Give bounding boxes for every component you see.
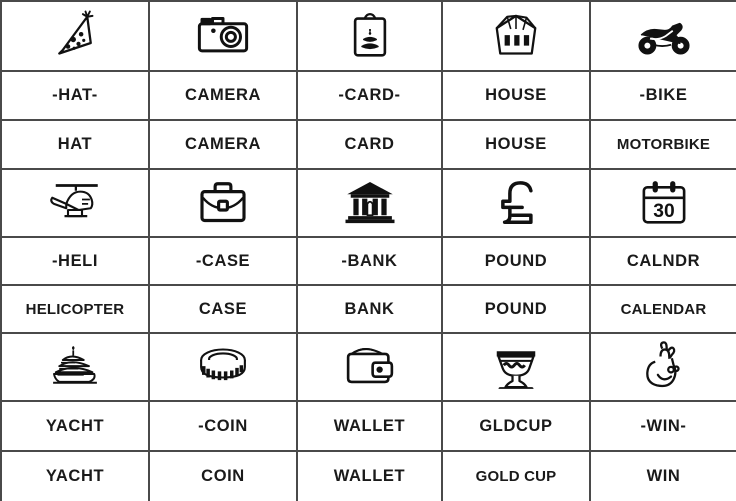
icon-cell-motorbike-icon xyxy=(591,2,736,72)
icon-cell-yacht-icon xyxy=(2,334,150,402)
full-label: POUND xyxy=(484,299,548,318)
icon-cell-briefcase-icon xyxy=(150,170,298,238)
short-label: POUND xyxy=(484,251,548,270)
short-label: CALNDR xyxy=(626,251,701,270)
crossed-fingers-icon xyxy=(632,339,696,395)
short-label: YACHT xyxy=(45,416,105,435)
icon-cell-calendar-icon: 30 xyxy=(591,170,736,238)
short-label: -COIN xyxy=(198,416,248,435)
short-label: -HAT- xyxy=(52,86,98,105)
full-label-cell: POUND xyxy=(443,286,591,334)
camera-icon xyxy=(191,8,255,64)
short-label-cell: -COIN xyxy=(150,402,298,452)
full-label-cell: WALLET xyxy=(298,452,443,501)
bank-icon xyxy=(338,175,402,231)
full-label: CAMERA xyxy=(184,135,261,154)
svg-text:30: 30 xyxy=(653,201,674,222)
short-label-cell: -CASE xyxy=(150,238,298,286)
icon-cell-coin-stack-icon xyxy=(150,334,298,402)
short-label: -BANK xyxy=(341,251,398,270)
full-label-cell: GOLD CUP xyxy=(443,452,591,501)
short-label-cell: -BANK xyxy=(298,238,443,286)
short-label: -CASE xyxy=(195,251,251,270)
full-label: YACHT xyxy=(45,467,105,486)
short-label-cell: CAMERA xyxy=(150,72,298,121)
full-label-cell: YACHT xyxy=(2,452,150,501)
full-label-cell: CAMERA xyxy=(150,121,298,170)
short-label: HOUSE xyxy=(485,86,547,105)
icon-cell-greeting-card-icon xyxy=(298,2,443,72)
short-label-cell: -WIN- xyxy=(591,402,736,452)
short-label: GLDCUP xyxy=(479,416,553,435)
full-label: CASE xyxy=(198,299,248,318)
greeting-card-icon xyxy=(338,8,402,64)
symbol-reference-grid: -HAT- CAMERA -CARD- HOUSE -BIKE HAT CAMERA CARD… xyxy=(0,0,736,501)
full-label: COIN xyxy=(201,467,245,486)
full-label-cell: CASE xyxy=(150,286,298,334)
full-label-cell: HELICOPTER xyxy=(2,286,150,334)
short-label-cell: -HELI xyxy=(2,238,150,286)
icon-cell-bank-icon xyxy=(298,170,443,238)
full-label: BANK xyxy=(344,299,395,318)
short-label: WALLET xyxy=(333,416,406,435)
briefcase-icon xyxy=(191,175,255,231)
short-label: -WIN- xyxy=(640,416,687,435)
short-label: -BIKE xyxy=(639,86,688,105)
pound-sign-icon xyxy=(484,175,548,231)
full-label-cell: WIN xyxy=(591,452,736,501)
short-label-cell: CALNDR xyxy=(591,238,736,286)
coin-stack-icon xyxy=(191,339,255,395)
house-icon xyxy=(484,8,548,64)
icon-cell-pound-sign-icon xyxy=(443,170,591,238)
short-label-cell: WALLET xyxy=(298,402,443,452)
short-label: CAMERA xyxy=(184,86,261,105)
short-label-cell: -HAT- xyxy=(2,72,150,121)
calendar-icon: 30 xyxy=(632,175,696,231)
icon-cell-wallet-icon xyxy=(298,334,443,402)
icon-cell-party-hat-icon xyxy=(2,2,150,72)
party-hat-icon xyxy=(43,8,107,64)
icon-cell-crossed-fingers-icon xyxy=(591,334,736,402)
short-label-cell: POUND xyxy=(443,238,591,286)
full-label: MOTORBIKE xyxy=(616,136,711,153)
short-label-cell: HOUSE xyxy=(443,72,591,121)
yacht-icon xyxy=(43,339,107,395)
icon-cell-camera-icon xyxy=(150,2,298,72)
full-label: CARD xyxy=(344,135,395,154)
full-label: CALENDAR xyxy=(620,300,707,318)
short-label-cell: GLDCUP xyxy=(443,402,591,452)
full-label: WALLET xyxy=(333,467,406,486)
full-label: WIN xyxy=(646,467,681,486)
full-label-cell: CARD xyxy=(298,121,443,170)
full-label-cell: COIN xyxy=(150,452,298,501)
motorbike-icon xyxy=(632,8,696,64)
short-label-cell: YACHT xyxy=(2,402,150,452)
icon-cell-gold-cup-icon xyxy=(443,334,591,402)
full-label: HOUSE xyxy=(485,135,547,154)
full-label: HAT xyxy=(57,135,93,154)
gold-cup-icon xyxy=(484,339,548,395)
short-label-cell: -CARD- xyxy=(298,72,443,121)
full-label: GOLD CUP xyxy=(475,468,557,485)
short-label-cell: -BIKE xyxy=(591,72,736,121)
helicopter-icon xyxy=(43,175,107,231)
full-label-cell: HOUSE xyxy=(443,121,591,170)
full-label-cell: CALENDAR xyxy=(591,286,736,334)
short-label: -HELI xyxy=(51,251,99,270)
icon-cell-helicopter-icon xyxy=(2,170,150,238)
full-label-cell: MOTORBIKE xyxy=(591,121,736,170)
icon-cell-house-icon xyxy=(443,2,591,72)
full-label-cell: BANK xyxy=(298,286,443,334)
short-label: -CARD- xyxy=(338,86,401,105)
wallet-icon xyxy=(338,339,402,395)
full-label-cell: HAT xyxy=(2,121,150,170)
full-label: HELICOPTER xyxy=(25,300,125,318)
